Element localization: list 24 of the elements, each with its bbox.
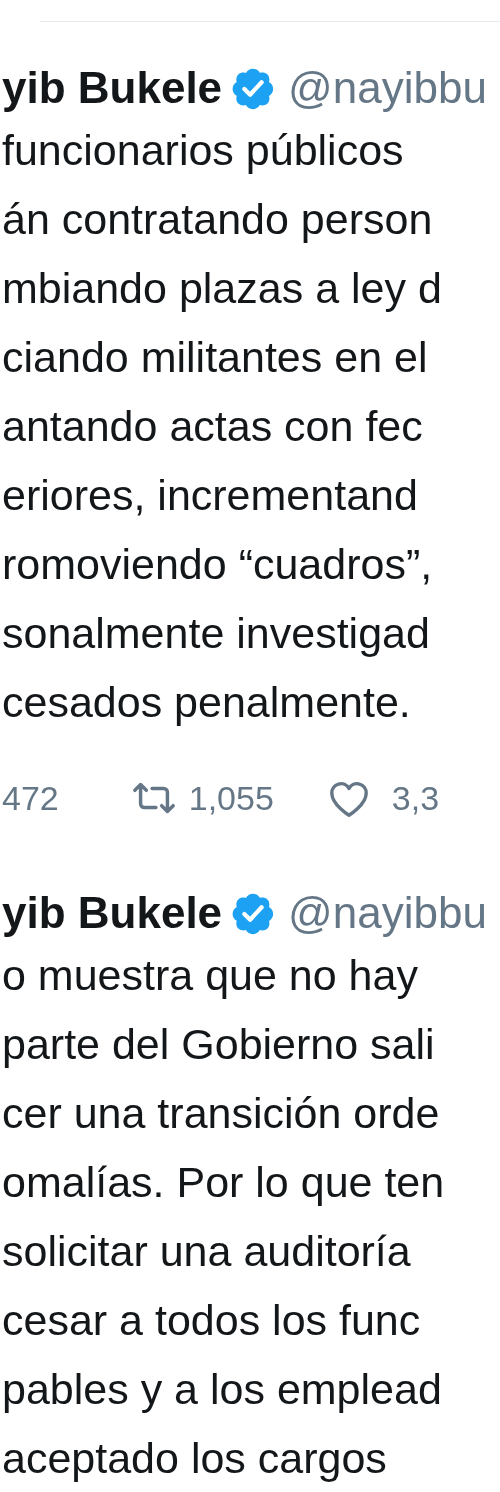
reply-count[interactable]: 472 [2,772,59,824]
tweet-text-line: cesados penalmente. [2,677,412,728]
tweet-text-line: ciando militantes en el [2,332,429,383]
like-count[interactable]: 3,3 [391,772,440,824]
tweet-text-line: antando actas con fec [2,401,424,452]
author-handle[interactable]: @nayibbu [288,55,487,121]
author-handle[interactable]: @nayibbu [288,880,487,946]
tweet-text-line: pables y a los emplead [2,1364,443,1415]
tweet-text-line: romoviendo “cuadros”, [2,539,434,590]
author-name[interactable]: yib Bukele [2,55,223,121]
tweet-text-line: funcionarios públicos [2,125,405,176]
tweet-text-line: eriores, incrementand [2,470,419,521]
tweet-text-line: án contratando person [2,194,434,245]
tweet-text-line: parte del Gobierno sali [2,1019,436,1070]
author-name[interactable]: yib Bukele [2,880,223,946]
tweet-text-line: o muestra que no hay [2,950,419,1001]
tweet-text-line: mbiando plazas a ley d [2,263,443,314]
tweet-text-line: aceptado los cargos [2,1433,388,1484]
tweet-text-line: omalías. Por lo que ten [2,1157,446,1208]
retweet-count[interactable]: 1,055 [188,772,274,824]
tweet-text-line: cer una transición orde [2,1088,441,1139]
tweet-text-line: solicitar una auditoría [2,1226,412,1277]
tweet-text-line: cesar a todos los func [2,1295,422,1346]
tweet-text-line: sonalmente investigad [2,608,431,659]
